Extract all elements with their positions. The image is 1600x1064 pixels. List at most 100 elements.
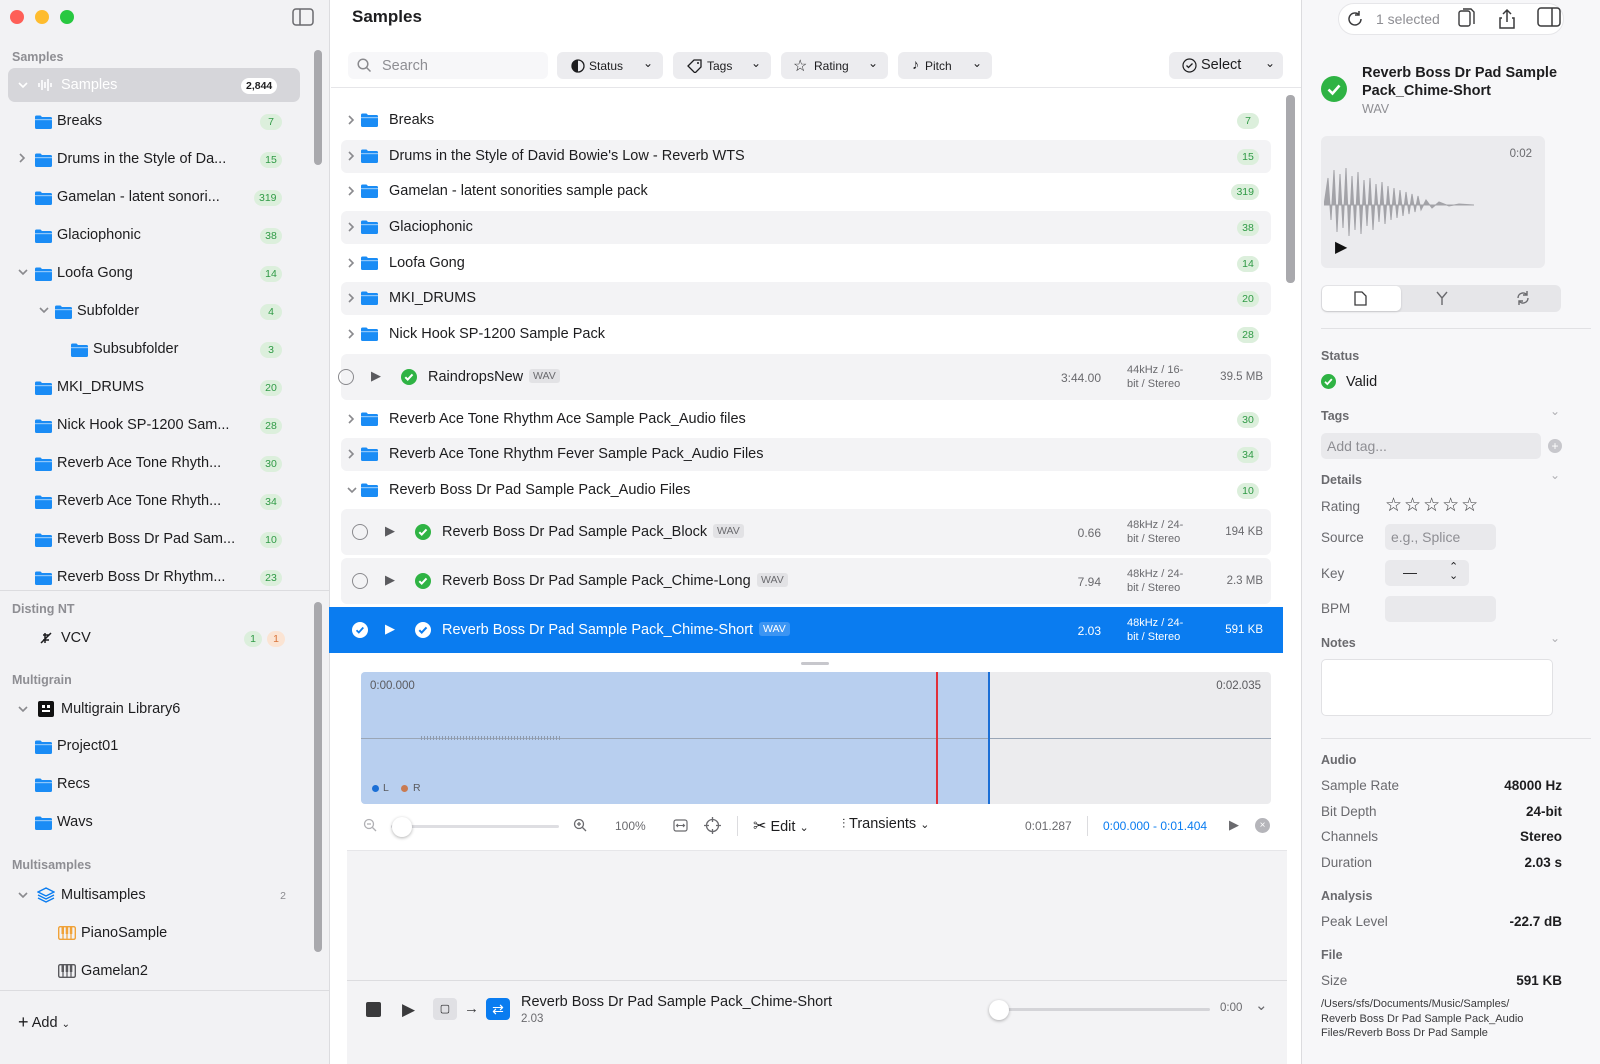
split-handle[interactable] (801, 662, 829, 665)
tags-filter[interactable]: Tags ⌄ (673, 52, 771, 79)
sidebar-item-folder[interactable]: Breaks 7 (8, 104, 300, 138)
select-button[interactable]: Select ⌄ (1169, 52, 1283, 79)
play-icon[interactable]: ▶ (385, 523, 395, 539)
sidebar-scrollbar-lower[interactable] (314, 602, 322, 952)
chevron-down-icon[interactable] (38, 304, 50, 316)
sidebar-item-multigrain-library[interactable]: Multigrain Library6 (8, 692, 300, 726)
sidebar-item-instrument[interactable]: PianoSample (8, 916, 300, 950)
notes-textarea[interactable] (1321, 659, 1553, 716)
chevron-right-icon[interactable] (346, 150, 356, 162)
sidebar-item-folder[interactable]: Glaciophonic 38 (8, 218, 300, 252)
play-icon[interactable]: ▶ (385, 621, 395, 637)
file-path[interactable]: /Users/sfs/Documents/Music/Samples/ Reve… (1321, 997, 1523, 1041)
add-button[interactable]: + Add ⌄ (18, 1011, 70, 1032)
rating-filter[interactable]: ☆ Rating ⌄ (781, 52, 888, 79)
playback-slider-track[interactable] (1000, 1008, 1210, 1011)
zoom-in-icon[interactable] (573, 818, 588, 833)
chevron-down-icon[interactable] (17, 79, 29, 91)
rating-stars[interactable]: ☆☆☆☆☆ (1385, 494, 1480, 517)
play-icon[interactable]: ▶ (371, 368, 381, 384)
sidebar-item-folder[interactable]: MKI_DRUMS 20 (8, 370, 300, 404)
chevron-right-icon[interactable] (346, 448, 356, 460)
chevron-right-icon[interactable] (346, 257, 356, 269)
source-input[interactable]: e.g., Splice (1385, 524, 1496, 550)
zoom-slider-thumb[interactable] (392, 817, 412, 837)
chevron-down-icon[interactable]: ⌄ (1550, 468, 1560, 482)
add-tag-icon[interactable]: + (1548, 439, 1562, 453)
selection-end-marker[interactable] (988, 672, 990, 804)
single-mode-icon[interactable]: ▢ (433, 998, 457, 1020)
share-icon[interactable] (1497, 8, 1517, 30)
chevron-right-icon[interactable] (17, 152, 29, 164)
pitch-filter[interactable]: ♪ Pitch ⌄ (898, 52, 992, 79)
chevron-right-icon[interactable] (346, 328, 356, 340)
sidebar-item-folder[interactable]: Subsubfolder 3 (8, 332, 300, 366)
sidebar-item-folder[interactable]: Reverb Ace Tone Rhyth... 30 (8, 446, 300, 480)
sidebar-scrollbar[interactable] (314, 50, 322, 165)
selected-checkbox-icon[interactable] (352, 622, 368, 638)
clear-selection-icon[interactable]: × (1255, 818, 1270, 833)
list-scrollbar[interactable] (1286, 95, 1295, 283)
chevron-right-icon[interactable] (346, 185, 356, 197)
sidebar-item-folder[interactable]: Drums in the Style of Da... 15 (8, 142, 300, 176)
sidebar-item-folder[interactable]: Gamelan - latent sonori... 319 (8, 180, 300, 214)
sidebar-item-folder[interactable]: Reverb Ace Tone Rhyth... 34 (8, 484, 300, 518)
select-checkbox[interactable] (352, 524, 368, 540)
branch-icon[interactable] (1435, 291, 1449, 306)
folder-row[interactable]: Loofa Gong 14 (341, 247, 1271, 280)
sidebar-item-project[interactable]: Project01 (8, 729, 300, 763)
play-icon[interactable]: ▶ (385, 572, 395, 588)
status-filter[interactable]: Status ⌄ (557, 52, 663, 79)
folder-row[interactable]: Drums in the Style of David Bowie's Low … (341, 140, 1271, 173)
stop-icon[interactable] (366, 1002, 381, 1017)
sync-icon[interactable] (1515, 290, 1531, 306)
fit-width-icon[interactable] (673, 818, 688, 833)
sidebar-item-folder[interactable]: Subfolder 4 (8, 294, 300, 328)
sidebar-item-folder[interactable]: Reverb Boss Dr Pad Sam... 10 (8, 522, 300, 556)
sidebar-item-folder[interactable]: Reverb Boss Dr Rhythm... 23 (8, 560, 300, 594)
add-tag-input[interactable]: Add tag... (1321, 433, 1541, 459)
folder-row[interactable]: Reverb Ace Tone Rhythm Fever Sample Pack… (341, 438, 1271, 471)
folder-row[interactable]: Nick Hook SP-1200 Sample Pack 28 (341, 318, 1271, 351)
playback-slider-thumb[interactable] (989, 1000, 1009, 1020)
sidebar-item-vcv[interactable]: VCV 1 1 (8, 621, 300, 655)
chevron-down-icon[interactable]: ⌄ (1550, 404, 1560, 418)
crosshair-icon[interactable] (704, 817, 721, 834)
chevron-down-icon[interactable] (17, 266, 29, 278)
tab-info[interactable] (1322, 286, 1401, 311)
copy-file-icon[interactable] (1456, 8, 1476, 30)
folder-row[interactable]: Glaciophonic 38 (341, 211, 1271, 244)
chevron-down-icon[interactable]: ⌄ (1550, 631, 1560, 645)
sample-row[interactable]: ▶ Reverb Boss Dr Pad Sample Pack_Block WAV… (341, 509, 1271, 555)
chevron-right-icon[interactable] (346, 413, 356, 425)
refresh-icon[interactable] (1345, 9, 1365, 29)
inspector-toggle-icon[interactable] (1537, 7, 1561, 27)
chevron-down-icon[interactable] (346, 484, 358, 496)
select-checkbox[interactable] (338, 369, 354, 385)
sidebar-item-project[interactable]: Recs (8, 767, 300, 801)
transients-menu[interactable]: ⫶ Transients ⌄ (842, 816, 929, 832)
sidebar-toggle-icon[interactable] (292, 8, 314, 26)
play-icon[interactable]: ▶ (402, 1000, 415, 1020)
bpm-input[interactable] (1385, 596, 1496, 622)
chevron-down-icon[interactable] (17, 889, 29, 901)
loop-icon[interactable]: ⇄ (486, 998, 510, 1020)
chevron-right-icon[interactable] (346, 114, 356, 126)
edit-menu[interactable]: ✂ Edit ⌄ (753, 816, 809, 836)
sample-row[interactable]: ▶ Reverb Boss Dr Pad Sample Pack_Chime-Sh… (329, 607, 1283, 653)
zoom-window-button[interactable] (60, 10, 74, 24)
folder-row[interactable]: Breaks 7 (341, 104, 1271, 137)
sidebar-item-folder[interactable]: Loofa Gong 14 (8, 256, 300, 290)
play-icon[interactable]: ▶ (1335, 237, 1347, 257)
sample-row[interactable]: ▶ Reverb Boss Dr Pad Sample Pack_Chime-Lo… (341, 558, 1271, 604)
minimize-window-button[interactable] (35, 10, 49, 24)
select-checkbox[interactable] (352, 573, 368, 589)
folder-row[interactable]: Gamelan - latent sonorities sample pack 3… (341, 175, 1271, 208)
zoom-out-icon[interactable] (363, 818, 378, 833)
key-select[interactable]: — ⌃ ⌄ (1385, 560, 1469, 586)
search-field[interactable]: Search (348, 52, 548, 79)
sample-row[interactable]: ▶ RaindropsNew WAV 3:44.00 44kHz / 16- bit / … (338, 354, 1271, 400)
waveform-editor[interactable]: 0:00.000 0:02.035 L R (361, 672, 1271, 804)
sidebar-item-samples-root[interactable]: Samples 2,844 (8, 68, 300, 102)
folder-row[interactable]: Reverb Ace Tone Rhythm Ace Sample Pack_A… (341, 403, 1271, 436)
